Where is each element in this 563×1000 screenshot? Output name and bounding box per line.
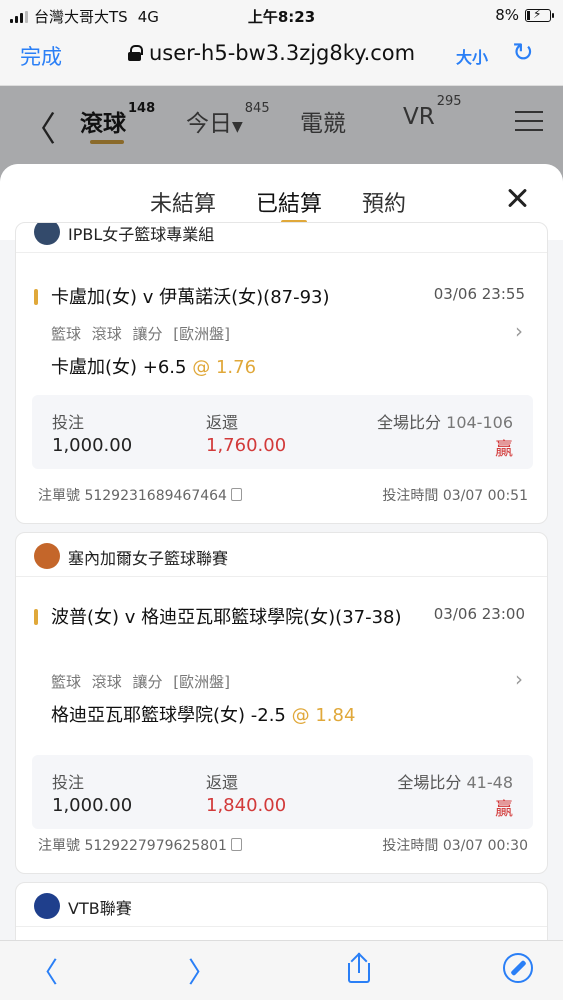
caret-down-icon: ▼ <box>232 119 243 135</box>
selection-odds: @ 1.76 <box>192 357 257 378</box>
copy-icon[interactable] <box>230 488 242 501</box>
tab-esports-label: 電競 <box>300 111 346 137</box>
match-teams: 波普(女) v 格迪亞瓦耶籃球學院(女)(37-38) <box>51 607 402 628</box>
back-chevron-icon[interactable]: 〈 <box>22 102 56 151</box>
bet-time: 投注時間 03/07 00:51 <box>382 488 528 504</box>
return-label: 返還 <box>206 413 239 432</box>
tab-settled[interactable]: 已結算 <box>256 186 323 224</box>
tab-vr-count: 295 <box>436 94 462 110</box>
tab-today-count: 845 <box>244 101 270 117</box>
lock-icon <box>128 45 143 61</box>
selection-text: 格迪亞瓦耶籃球學院(女) -2.5 <box>51 705 286 726</box>
tab-active-underline <box>90 140 124 144</box>
stake-box: 投注 1,000.00 返還 1,840.00 全場比分 41-48 贏 <box>32 755 533 829</box>
match-teams: 卡盧加(女) v 伊萬諾沃(女)(87-93) <box>51 287 330 308</box>
league-logo-icon <box>34 223 60 245</box>
selection-odds: @ 1.84 <box>291 705 356 726</box>
match-marker <box>34 289 38 305</box>
browser-bar: 完成 user-h5-bw3.3zjg8ky.com 大小 ↻ <box>0 30 563 86</box>
tab-settled-label: 已結算 <box>256 192 323 217</box>
url-text: user-h5-bw3.3zjg8ky.com <box>149 41 416 65</box>
return-value: 1,840.00 <box>206 795 287 816</box>
ticket-number: 注單號 5129227979625801 <box>38 838 227 854</box>
stake-label: 投注 <box>52 773 85 792</box>
full-time-score: 全場比分 41-48 <box>397 769 513 793</box>
bet-card: IPBL女子籃球專業組 卡盧加(女) v 伊萬諾沃(女)(87-93) 03/0… <box>15 222 548 524</box>
stake-label: 投注 <box>52 413 85 432</box>
share-icon[interactable] <box>346 952 372 983</box>
score-label: 全場比分 <box>377 413 442 432</box>
tab-reserved-label: 預約 <box>362 192 407 217</box>
result-badge: 贏 <box>495 799 513 820</box>
bet-selection: 格迪亞瓦耶籃球學院(女) -2.5 @ 1.84 <box>51 701 355 727</box>
status-bar: 台灣大哥大TS 4G 上午8:23 8% ⚡ <box>0 0 563 30</box>
league-name: IPBL女子籃球專業組 <box>68 225 215 244</box>
ticket-number: 注單號 5129231689467464 <box>38 488 227 504</box>
done-button[interactable]: 完成 <box>20 41 62 71</box>
battery-percent: 8% <box>495 6 519 24</box>
address-field[interactable]: user-h5-bw3.3zjg8ky.com <box>128 41 415 65</box>
match-date: 03/06 23:00 <box>433 605 525 623</box>
text-size-button[interactable]: 大小 <box>456 44 488 68</box>
tab-today[interactable]: 今日▼845 <box>186 101 270 138</box>
match-marker <box>34 609 38 625</box>
tab-reserved[interactable]: 預約 <box>362 186 406 218</box>
tab-vr[interactable]: VR295 <box>403 94 462 130</box>
copy-icon[interactable] <box>230 838 242 851</box>
tab-unsettled-label: 未結算 <box>150 192 217 217</box>
stake-value: 1,000.00 <box>52 795 133 816</box>
league-header: VTB聯賽 <box>16 883 547 927</box>
market-type: 籃球 滾球 讓分 [歐洲盤] <box>51 673 231 691</box>
clock: 上午8:23 <box>247 8 316 26</box>
reload-icon[interactable]: ↻ <box>512 38 534 68</box>
bet-selection: 卡盧加(女) +6.5 @ 1.76 <box>51 353 256 379</box>
return-value: 1,760.00 <box>206 435 287 456</box>
league-header: IPBL女子籃球專業組 <box>16 223 547 253</box>
league-header: 塞內加爾女子籃球聯賽 <box>16 533 547 577</box>
selection-text: 卡盧加(女) +6.5 <box>51 357 187 378</box>
status-right: 8% ⚡ <box>495 6 554 24</box>
score-value: 41-48 <box>466 773 514 792</box>
bet-card: VTB聯賽 <box>15 882 548 940</box>
league-logo-icon <box>34 543 60 569</box>
chevron-right-icon[interactable]: › <box>515 667 523 691</box>
back-icon[interactable]: 〈 <box>30 951 58 991</box>
bet-time: 投注時間 03/07 00:30 <box>382 838 528 854</box>
league-name: VTB聯賽 <box>68 899 132 918</box>
tab-today-label: 今日 <box>186 111 232 137</box>
bet-card: 塞內加爾女子籃球聯賽 波普(女) v 格迪亞瓦耶籃球學院(女)(37-38) 0… <box>15 532 548 874</box>
browser-toolbar: 〈 〉 <box>0 940 563 1000</box>
ticket-footer: 注單號 5129227979625801 投注時間 03/07 00:30 <box>38 835 528 855</box>
tab-live-count: 148 <box>128 101 156 117</box>
market-type: 籃球 滾球 讓分 [歐洲盤] <box>51 325 231 343</box>
close-icon[interactable] <box>503 184 533 214</box>
full-time-score: 全場比分 104-106 <box>377 409 513 433</box>
compass-icon[interactable] <box>503 953 533 983</box>
tab-live-label: 滾球 <box>80 111 126 137</box>
score-value: 104-106 <box>446 413 513 432</box>
league-name: 塞內加爾女子籃球聯賽 <box>68 549 229 568</box>
score-label: 全場比分 <box>397 773 462 792</box>
ticket-footer: 注單號 5129231689467464 投注時間 03/07 00:51 <box>38 485 528 505</box>
result-badge: 贏 <box>495 439 513 460</box>
bet-history-sheet: 未結算 已結算 預約 IPBL女子籃球專業組 卡盧加(女) v 伊萬諾沃(女)(… <box>0 164 563 940</box>
stake-value: 1,000.00 <box>52 435 133 456</box>
tab-live[interactable]: 滾球148 <box>80 101 156 144</box>
league-logo-icon <box>34 893 60 919</box>
tab-esports[interactable]: 電競 <box>300 104 346 138</box>
battery-icon: ⚡ <box>525 7 554 22</box>
return-label: 返還 <box>206 773 239 792</box>
tab-vr-label: VR <box>403 104 435 130</box>
match-date: 03/06 23:55 <box>433 285 525 303</box>
tab-unsettled[interactable]: 未結算 <box>150 186 216 218</box>
chevron-right-icon[interactable]: › <box>515 319 523 343</box>
stake-box: 投注 1,000.00 返還 1,760.00 全場比分 104-106 贏 <box>32 395 533 469</box>
filter-sliders-icon[interactable] <box>515 108 543 134</box>
forward-icon[interactable]: 〉 <box>188 951 216 991</box>
